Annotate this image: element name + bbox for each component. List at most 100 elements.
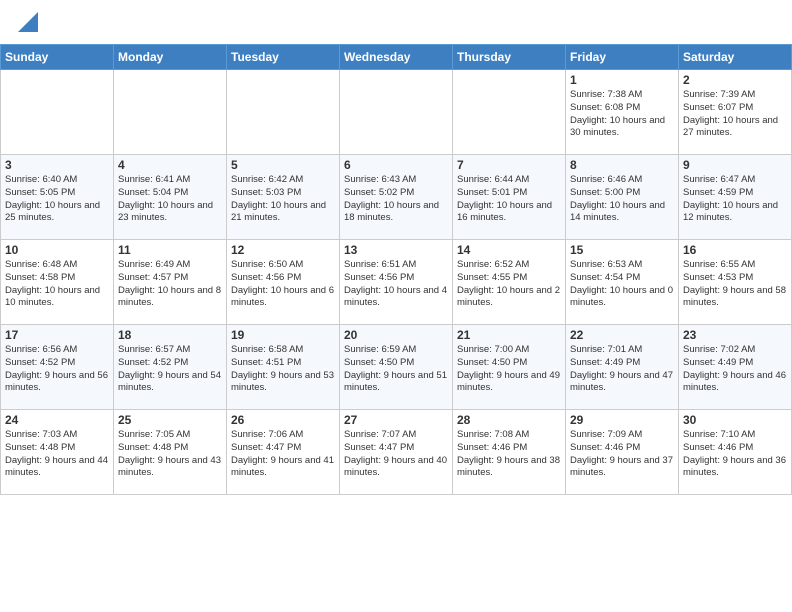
calendar-week-row: 10 Sunrise: 6:48 AMSunset: 4:58 PMDayligh… — [1, 240, 792, 325]
calendar-cell: 17 Sunrise: 6:56 AMSunset: 4:52 PMDayligh… — [1, 325, 114, 410]
day-number: 7 — [457, 158, 561, 172]
calendar-cell: 6Sunrise: 6:43 AMSunset: 5:02 PMDaylight… — [340, 155, 453, 240]
day-number: 27 — [344, 413, 448, 427]
day-number: 8 — [570, 158, 674, 172]
day-info: Sunrise: 6:50 AMSunset: 4:56 PMDaylight:… — [231, 259, 335, 310]
day-number: 19 — [231, 328, 335, 342]
calendar-cell: 5 Sunrise: 6:42 AMSunset: 5:03 PMDaylight… — [227, 155, 340, 240]
calendar-cell: 23Sunrise: 7:02 AMSunset: 4:49 PMDayligh… — [679, 325, 792, 410]
day-info: Sunrise: 6:42 AMSunset: 5:03 PMDaylight:… — [231, 174, 335, 225]
day-info: Sunrise: 6:40 AMSunset: 5:05 PMDaylight:… — [5, 174, 109, 225]
day-number: 24 — [5, 413, 109, 427]
day-number: 9 — [683, 158, 787, 172]
calendar-cell: 12Sunrise: 6:50 AMSunset: 4:56 PMDayligh… — [227, 240, 340, 325]
day-info: Sunrise: 7:03 AMSunset: 4:48 PMDaylight:… — [5, 429, 109, 480]
day-number: 15 — [570, 243, 674, 257]
day-info: Sunrise: 6:47 AMSunset: 4:59 PMDaylight:… — [683, 174, 787, 225]
calendar-cell: 24 Sunrise: 7:03 AMSunset: 4:48 PMDayligh… — [1, 410, 114, 495]
calendar-week-row: 24 Sunrise: 7:03 AMSunset: 4:48 PMDayligh… — [1, 410, 792, 495]
calendar-cell — [340, 70, 453, 155]
day-info: Sunrise: 7:06 AMSunset: 4:47 PMDaylight:… — [231, 429, 335, 480]
day-info: Sunrise: 6:41 AMSunset: 5:04 PMDaylight:… — [118, 174, 222, 225]
day-number: 23 — [683, 328, 787, 342]
calendar-cell: 8 Sunrise: 6:46 AMSunset: 5:00 PMDaylight… — [566, 155, 679, 240]
calendar-cell: 27 Sunrise: 7:07 AMSunset: 4:47 PMDayligh… — [340, 410, 453, 495]
day-number: 18 — [118, 328, 222, 342]
calendar-cell: 3 Sunrise: 6:40 AMSunset: 5:05 PMDaylight… — [1, 155, 114, 240]
day-info: Sunrise: 7:38 AMSunset: 6:08 PMDaylight:… — [570, 89, 674, 140]
day-info: Sunrise: 7:08 AMSunset: 4:46 PMDaylight:… — [457, 429, 561, 480]
weekday-header-thursday: Thursday — [453, 45, 566, 70]
logo-icon — [18, 12, 38, 32]
day-number: 28 — [457, 413, 561, 427]
calendar-header-row: SundayMondayTuesdayWednesdayThursdayFrid… — [1, 45, 792, 70]
day-info: Sunrise: 6:55 AMSunset: 4:53 PMDaylight:… — [683, 259, 787, 310]
day-info: Sunrise: 6:59 AMSunset: 4:50 PMDaylight:… — [344, 344, 448, 395]
day-number: 11 — [118, 243, 222, 257]
day-info: Sunrise: 6:48 AMSunset: 4:58 PMDaylight:… — [5, 259, 109, 310]
day-info: Sunrise: 7:39 AMSunset: 6:07 PMDaylight:… — [683, 89, 787, 140]
day-info: Sunrise: 6:58 AMSunset: 4:51 PMDaylight:… — [231, 344, 335, 395]
day-info: Sunrise: 7:01 AMSunset: 4:49 PMDaylight:… — [570, 344, 674, 395]
day-number: 2 — [683, 73, 787, 87]
day-info: Sunrise: 7:05 AMSunset: 4:48 PMDaylight:… — [118, 429, 222, 480]
day-number: 21 — [457, 328, 561, 342]
calendar-table: SundayMondayTuesdayWednesdayThursdayFrid… — [0, 44, 792, 495]
weekday-header-sunday: Sunday — [1, 45, 114, 70]
calendar-cell: 28 Sunrise: 7:08 AMSunset: 4:46 PMDayligh… — [453, 410, 566, 495]
day-number: 25 — [118, 413, 222, 427]
day-number: 29 — [570, 413, 674, 427]
day-number: 1 — [570, 73, 674, 87]
day-number: 30 — [683, 413, 787, 427]
calendar-cell: 9 Sunrise: 6:47 AMSunset: 4:59 PMDaylight… — [679, 155, 792, 240]
calendar-cell — [453, 70, 566, 155]
calendar-cell — [114, 70, 227, 155]
day-info: Sunrise: 6:57 AMSunset: 4:52 PMDaylight:… — [118, 344, 222, 395]
day-number: 4 — [118, 158, 222, 172]
page-header — [0, 0, 792, 42]
calendar-cell: 20Sunrise: 6:59 AMSunset: 4:50 PMDayligh… — [340, 325, 453, 410]
calendar-cell: 14 Sunrise: 6:52 AMSunset: 4:55 PMDayligh… — [453, 240, 566, 325]
day-number: 26 — [231, 413, 335, 427]
calendar-week-row: 3 Sunrise: 6:40 AMSunset: 5:05 PMDaylight… — [1, 155, 792, 240]
day-info: Sunrise: 7:09 AMSunset: 4:46 PMDaylight:… — [570, 429, 674, 480]
day-info: Sunrise: 6:51 AMSunset: 4:56 PMDaylight:… — [344, 259, 448, 310]
weekday-header-friday: Friday — [566, 45, 679, 70]
weekday-header-tuesday: Tuesday — [227, 45, 340, 70]
day-info: Sunrise: 6:56 AMSunset: 4:52 PMDaylight:… — [5, 344, 109, 395]
day-info: Sunrise: 6:49 AMSunset: 4:57 PMDaylight:… — [118, 259, 222, 310]
calendar-cell: 30Sunrise: 7:10 AMSunset: 4:46 PMDayligh… — [679, 410, 792, 495]
calendar-cell: 11 Sunrise: 6:49 AMSunset: 4:57 PMDayligh… — [114, 240, 227, 325]
calendar-cell: 15 Sunrise: 6:53 AMSunset: 4:54 PMDayligh… — [566, 240, 679, 325]
calendar-cell: 4 Sunrise: 6:41 AMSunset: 5:04 PMDaylight… — [114, 155, 227, 240]
day-number: 10 — [5, 243, 109, 257]
weekday-header-monday: Monday — [114, 45, 227, 70]
calendar-cell — [227, 70, 340, 155]
calendar-cell: 26 Sunrise: 7:06 AMSunset: 4:47 PMDayligh… — [227, 410, 340, 495]
day-info: Sunrise: 6:53 AMSunset: 4:54 PMDaylight:… — [570, 259, 674, 310]
calendar-week-row: 17 Sunrise: 6:56 AMSunset: 4:52 PMDayligh… — [1, 325, 792, 410]
day-number: 17 — [5, 328, 109, 342]
day-number: 22 — [570, 328, 674, 342]
calendar-cell: 13 Sunrise: 6:51 AMSunset: 4:56 PMDayligh… — [340, 240, 453, 325]
calendar-cell: 19 Sunrise: 6:58 AMSunset: 4:51 PMDayligh… — [227, 325, 340, 410]
day-info: Sunrise: 7:00 AMSunset: 4:50 PMDaylight:… — [457, 344, 561, 395]
day-info: Sunrise: 7:07 AMSunset: 4:47 PMDaylight:… — [344, 429, 448, 480]
day-number: 3 — [5, 158, 109, 172]
calendar-cell: 21 Sunrise: 7:00 AMSunset: 4:50 PMDayligh… — [453, 325, 566, 410]
day-number: 13 — [344, 243, 448, 257]
calendar-cell: 22 Sunrise: 7:01 AMSunset: 4:49 PMDayligh… — [566, 325, 679, 410]
calendar-cell: 18 Sunrise: 6:57 AMSunset: 4:52 PMDayligh… — [114, 325, 227, 410]
day-number: 14 — [457, 243, 561, 257]
day-number: 5 — [231, 158, 335, 172]
calendar-cell — [1, 70, 114, 155]
calendar-cell: 16Sunrise: 6:55 AMSunset: 4:53 PMDayligh… — [679, 240, 792, 325]
day-info: Sunrise: 6:46 AMSunset: 5:00 PMDaylight:… — [570, 174, 674, 225]
calendar-cell: 7 Sunrise: 6:44 AMSunset: 5:01 PMDaylight… — [453, 155, 566, 240]
weekday-header-saturday: Saturday — [679, 45, 792, 70]
day-info: Sunrise: 6:44 AMSunset: 5:01 PMDaylight:… — [457, 174, 561, 225]
calendar-cell: 10 Sunrise: 6:48 AMSunset: 4:58 PMDayligh… — [1, 240, 114, 325]
day-number: 6 — [344, 158, 448, 172]
calendar-cell: 2 Sunrise: 7:39 AMSunset: 6:07 PMDaylight… — [679, 70, 792, 155]
day-info: Sunrise: 6:52 AMSunset: 4:55 PMDaylight:… — [457, 259, 561, 310]
